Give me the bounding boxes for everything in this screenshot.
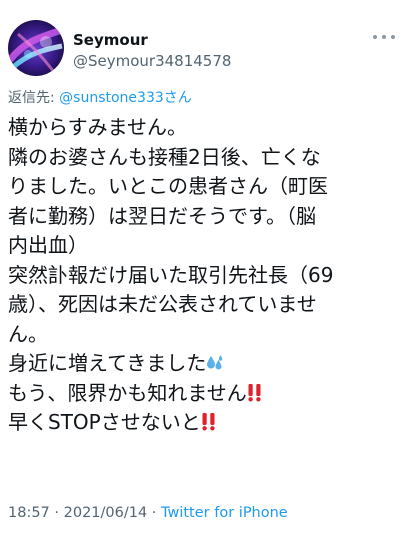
tweet-text-line: 横からすみません。 bbox=[8, 115, 187, 139]
tweet-text-line-with-emoji: もう、限界かも知れません bbox=[8, 379, 404, 409]
tweet-text-line: りました。いとこの患者さん（町医 bbox=[8, 174, 328, 198]
user-handle[interactable]: @Seymour34814578 bbox=[73, 52, 231, 70]
tweet-metadata: 18:57 · 2021/06/14 · Twitter for iPhone bbox=[8, 505, 288, 521]
tweet-text-line: 者に勤務）は翌日だそうです。（脳 bbox=[8, 203, 316, 228]
tweet-text-segment: 身近に増えてきました bbox=[8, 351, 207, 375]
tweet-time[interactable]: 18:57 bbox=[8, 505, 50, 521]
meta-separator: · bbox=[49, 505, 64, 521]
tweet-text-line-with-emoji: 身近に増えてきました bbox=[8, 349, 404, 379]
reply-context: 返信先: @sunstone333さん bbox=[8, 87, 192, 107]
tweet-text-segment: もう、限界かも知れません bbox=[8, 380, 247, 405]
double-exclamation-icon bbox=[247, 381, 263, 411]
tweet[interactable]: Seymour @Seymour34814578 返信先: @sunstone3… bbox=[0, 0, 410, 539]
double-exclamation-icon bbox=[201, 410, 217, 440]
sweat-droplets-icon bbox=[206, 351, 224, 381]
tweet-date[interactable]: 2021/06/14 bbox=[64, 505, 148, 521]
tweet-text-line: 隣のお婆さんも接種2日後、亡くな bbox=[8, 144, 321, 169]
more-dot-icon bbox=[382, 35, 386, 39]
display-name[interactable]: Seymour bbox=[73, 31, 148, 49]
more-options-button[interactable] bbox=[373, 30, 395, 44]
tweet-source-link[interactable]: Twitter for iPhone bbox=[161, 505, 288, 521]
more-dot-icon bbox=[373, 35, 377, 39]
tweet-text-line: 内出血） bbox=[8, 233, 88, 257]
avatar-image bbox=[8, 20, 64, 76]
reply-to-mention[interactable]: @sunstone333さん bbox=[59, 90, 192, 106]
more-dot-icon bbox=[391, 35, 395, 39]
tweet-text-line: ん。 bbox=[8, 321, 48, 346]
tweet-text-segment: 早くSTOPさせないと bbox=[8, 410, 201, 434]
tweet-text-line: 突然訃報だけ届いた取引先社長（69 bbox=[8, 262, 334, 287]
tweet-text: 横からすみません。 隣のお婆さんも接種2日後、亡くな りました。いとこの患者さん… bbox=[8, 113, 404, 438]
tweet-text-line: 歳）、死因は未だ公表されていませ bbox=[8, 292, 317, 316]
reply-prefix: 返信先: bbox=[8, 90, 60, 106]
tweet-text-line-with-emoji: 早くSTOPさせないと bbox=[8, 408, 404, 438]
avatar[interactable] bbox=[8, 20, 64, 76]
meta-separator: · bbox=[147, 505, 162, 521]
